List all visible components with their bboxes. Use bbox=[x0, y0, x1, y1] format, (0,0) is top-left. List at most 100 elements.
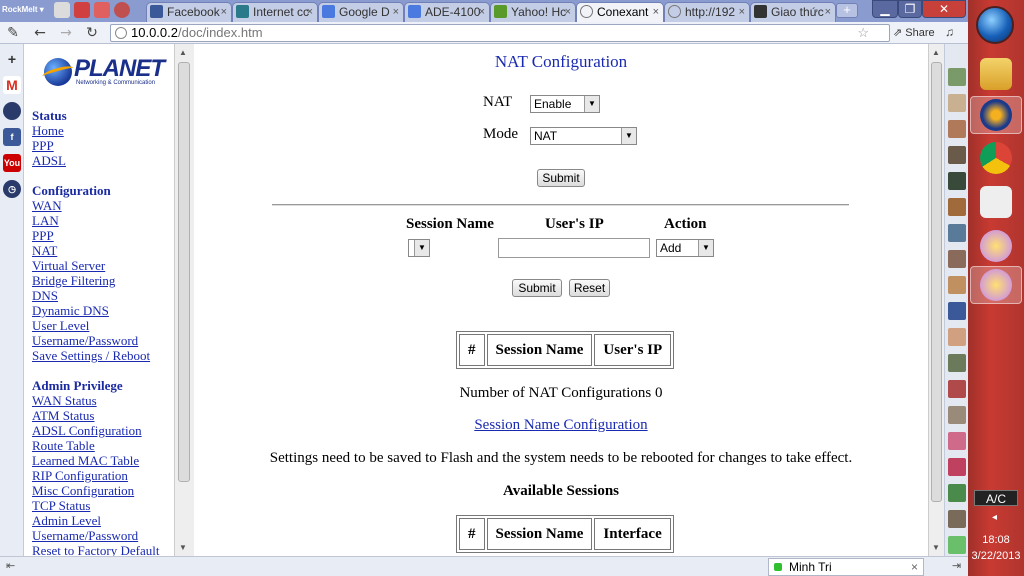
new-tab-button[interactable]: + bbox=[836, 3, 858, 18]
close-icon[interactable]: × bbox=[825, 3, 831, 21]
nav-link-wan-status[interactable]: WAN Status bbox=[32, 393, 159, 408]
scroll-up-icon[interactable]: ▲ bbox=[179, 48, 187, 57]
nav-link-rip-configuration[interactable]: RIP Configuration bbox=[32, 468, 159, 483]
close-icon[interactable]: × bbox=[393, 3, 399, 21]
back-button[interactable]: ← bbox=[30, 23, 50, 43]
friend-avatar[interactable] bbox=[948, 94, 966, 112]
chat-tab[interactable]: Minh Tri × bbox=[768, 558, 924, 576]
nav-link-bridge-filtering[interactable]: Bridge Filtering bbox=[32, 273, 150, 288]
nav-link-lan[interactable]: LAN bbox=[32, 213, 150, 228]
yahoo-messenger-icon[interactable] bbox=[980, 230, 1012, 262]
bell-icon[interactable]: ♫ bbox=[945, 25, 954, 40]
gmail-icon[interactable]: M bbox=[3, 76, 21, 94]
nav-link-nat[interactable]: NAT bbox=[32, 243, 150, 258]
nav-link-username-password-admin[interactable]: Username/Password bbox=[32, 528, 159, 543]
chevron-left-icon[interactable]: ◂ bbox=[992, 512, 997, 523]
close-icon[interactable]: × bbox=[479, 3, 485, 21]
expand-icon[interactable]: ⇥ bbox=[952, 559, 961, 572]
session-name-select[interactable]: ▼ bbox=[408, 239, 430, 257]
friend-avatar[interactable] bbox=[948, 276, 966, 294]
app-icon[interactable] bbox=[980, 186, 1012, 218]
rockmelt-menu[interactable]: RockMelt ▾ bbox=[2, 2, 52, 18]
nav-scrollbar[interactable]: ▲ ▼ bbox=[174, 44, 194, 556]
reset-button[interactable]: Reset bbox=[569, 279, 610, 297]
system-clock[interactable]: 18:08 3/22/2013 bbox=[968, 532, 1024, 564]
close-icon[interactable]: × bbox=[565, 3, 571, 21]
friend-avatar[interactable] bbox=[948, 354, 966, 372]
collapse-icon[interactable]: ⇤ bbox=[6, 559, 15, 572]
scroll-thumb[interactable] bbox=[931, 62, 942, 502]
language-indicator[interactable]: A/C bbox=[974, 490, 1018, 506]
nav-link-ppp[interactable]: PPP bbox=[32, 138, 67, 153]
scroll-thumb[interactable] bbox=[178, 62, 190, 482]
forward-button[interactable]: → bbox=[56, 23, 76, 43]
nav-link-tcp-status[interactable]: TCP Status bbox=[32, 498, 159, 513]
close-icon[interactable]: × bbox=[911, 559, 918, 575]
mode-select[interactable]: NAT ▼ bbox=[530, 127, 637, 145]
nav-link-adsl[interactable]: ADSL bbox=[32, 153, 67, 168]
friend-avatar[interactable] bbox=[948, 250, 966, 268]
facebook-icon[interactable]: f bbox=[3, 128, 21, 146]
friend-avatar[interactable] bbox=[948, 328, 966, 346]
scroll-up-icon[interactable]: ▲ bbox=[932, 48, 940, 57]
nav-link-save-settings[interactable]: Save Settings / Reboot bbox=[32, 348, 150, 363]
nav-link-route-table[interactable]: Route Table bbox=[32, 438, 159, 453]
close-window-button[interactable]: ✕ bbox=[922, 0, 966, 18]
friend-avatar[interactable] bbox=[948, 536, 966, 554]
reload-button[interactable]: ↻ bbox=[82, 23, 102, 43]
nav-link-dynamic-dns[interactable]: Dynamic DNS bbox=[32, 303, 150, 318]
globe-icon[interactable] bbox=[3, 102, 21, 120]
friend-avatar[interactable] bbox=[948, 484, 966, 502]
friend-avatar[interactable] bbox=[948, 406, 966, 424]
nav-link-adsl-configuration[interactable]: ADSL Configuration bbox=[32, 423, 159, 438]
nav-link-admin-level[interactable]: Admin Level bbox=[32, 513, 159, 528]
tab-yahoo[interactable]: Yahoo! Hc × bbox=[490, 2, 576, 22]
star-icon[interactable]: ☆ bbox=[857, 25, 869, 41]
close-icon[interactable]: × bbox=[653, 3, 659, 21]
friend-avatar[interactable] bbox=[948, 458, 966, 476]
people-icon[interactable] bbox=[74, 2, 90, 18]
shortcut-icon[interactable] bbox=[94, 2, 110, 18]
session-name-config-link[interactable]: Session Name Configuration bbox=[474, 417, 647, 433]
nav-link-dns[interactable]: DNS bbox=[32, 288, 150, 303]
nav-link-user-level[interactable]: User Level bbox=[32, 318, 150, 333]
chrome-icon[interactable] bbox=[980, 142, 1012, 174]
tab-internet[interactable]: Internet cc × bbox=[232, 2, 318, 22]
minimize-button[interactable]: ▁ bbox=[872, 0, 898, 18]
start-button[interactable] bbox=[976, 6, 1014, 44]
friend-avatar[interactable] bbox=[948, 432, 966, 450]
nav-link-username-password[interactable]: Username/Password bbox=[32, 333, 150, 348]
address-bar[interactable]: 10.0.0.2/doc/index.htm ☆ bbox=[110, 24, 890, 42]
friend-avatar[interactable] bbox=[948, 172, 966, 190]
youtube-icon[interactable]: You bbox=[3, 154, 21, 172]
friend-avatar[interactable] bbox=[948, 380, 966, 398]
facebook-icon[interactable] bbox=[948, 302, 966, 320]
nat-select[interactable]: Enable ▼ bbox=[530, 95, 600, 113]
maximize-button[interactable]: ❐ bbox=[898, 0, 922, 18]
nav-link-ppp[interactable]: PPP bbox=[32, 228, 150, 243]
folder-icon[interactable] bbox=[980, 58, 1012, 90]
friend-avatar[interactable] bbox=[948, 68, 966, 86]
nav-link-misc-configuration[interactable]: Misc Configuration bbox=[32, 483, 159, 498]
share-button[interactable]: ⇗ Share bbox=[893, 26, 935, 39]
edit-icon[interactable]: ✎ bbox=[3, 23, 23, 43]
clock-icon[interactable]: ◷ bbox=[3, 180, 21, 198]
submit-session-button[interactable]: Submit bbox=[512, 279, 562, 297]
nav-link-wan[interactable]: WAN bbox=[32, 198, 150, 213]
nav-link-virtual-server[interactable]: Virtual Server bbox=[32, 258, 150, 273]
globe-icon[interactable] bbox=[114, 2, 130, 18]
add-icon[interactable]: + bbox=[3, 50, 21, 68]
tab-facebook[interactable]: Facebook × bbox=[146, 2, 232, 22]
nav-link-home[interactable]: Home bbox=[32, 123, 67, 138]
tab-google-docs[interactable]: Google D × bbox=[318, 2, 404, 22]
avatar-icon[interactable] bbox=[54, 2, 70, 18]
friend-avatar[interactable] bbox=[948, 198, 966, 216]
tab-conexant[interactable]: Conexant × bbox=[576, 2, 664, 22]
close-icon[interactable]: × bbox=[221, 3, 227, 21]
friend-avatar[interactable] bbox=[948, 120, 966, 138]
friend-avatar[interactable] bbox=[948, 510, 966, 528]
nav-link-reset-factory[interactable]: Reset to Factory Default bbox=[32, 543, 159, 556]
close-icon[interactable]: × bbox=[307, 3, 313, 21]
users-ip-input[interactable] bbox=[498, 238, 650, 258]
scroll-down-icon[interactable]: ▼ bbox=[179, 543, 187, 552]
